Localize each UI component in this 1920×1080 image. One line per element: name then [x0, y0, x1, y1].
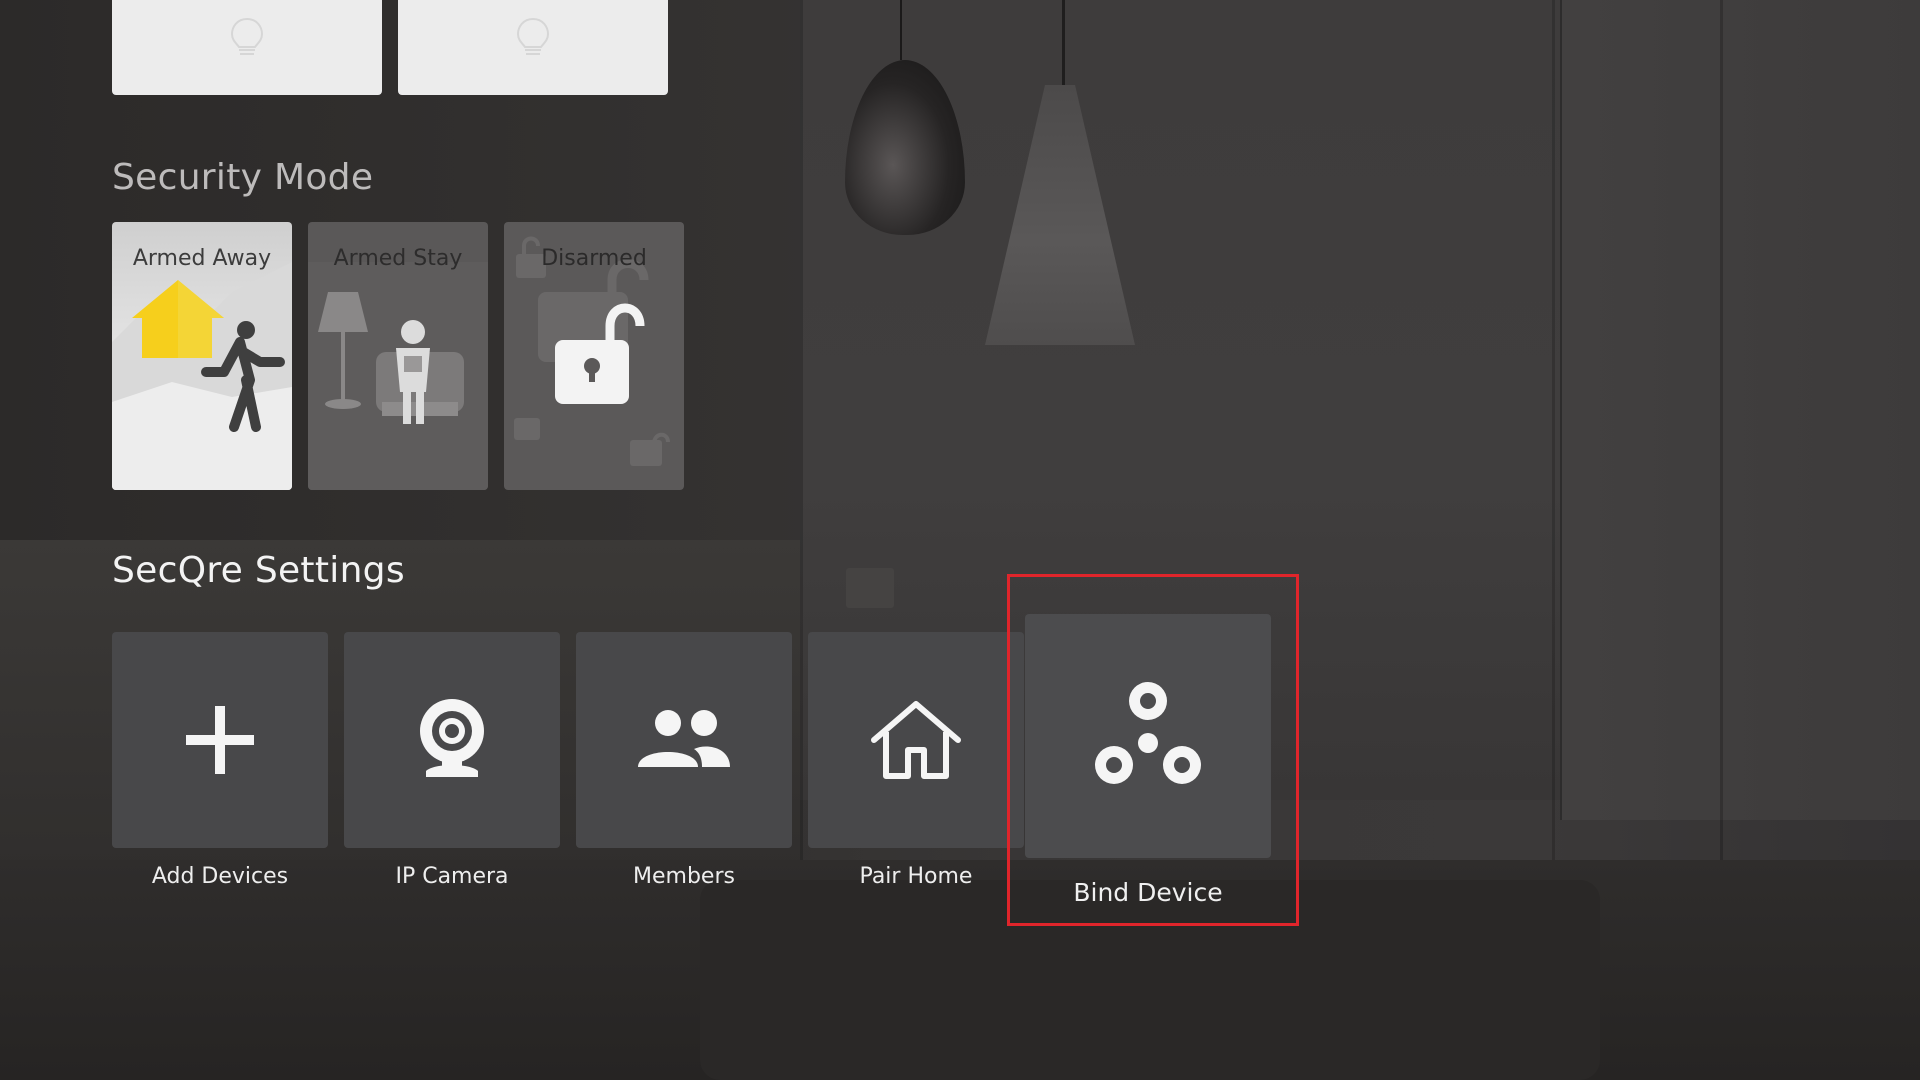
pair-home-label: Pair Home	[859, 864, 973, 889]
people-icon	[638, 710, 730, 767]
mode-card-disarmed[interactable]: Disarmed	[504, 222, 684, 490]
focus-highlight	[1007, 574, 1299, 926]
lightbulb-icon	[230, 17, 264, 55]
mode-label-disarmed: Disarmed	[541, 246, 647, 271]
ip-camera-label: IP Camera	[395, 864, 509, 889]
lightbulb-icon	[516, 17, 550, 55]
add-devices-label: Add Devices	[151, 864, 289, 889]
plus-icon	[186, 706, 254, 774]
mode-card-armed-stay[interactable]: Armed Stay	[308, 222, 488, 490]
mode-label-armed-stay: Armed Stay	[333, 246, 463, 271]
mode-label-armed-away: Armed Away	[132, 246, 272, 271]
ip-camera-button[interactable]	[344, 632, 560, 848]
add-devices-button[interactable]	[112, 632, 328, 848]
members-button[interactable]	[576, 632, 792, 848]
light-tile-1[interactable]	[112, 0, 382, 95]
mode-card-armed-away[interactable]: Armed Away	[112, 222, 292, 490]
webcam-icon	[420, 699, 484, 777]
pair-home-button[interactable]	[808, 632, 1024, 848]
secqre-settings-heading: SecQre Settings	[112, 550, 405, 591]
security-mode-heading: Security Mode	[112, 157, 374, 198]
members-label: Members	[633, 864, 735, 889]
home-icon	[871, 701, 961, 779]
light-tile-2[interactable]	[398, 0, 668, 95]
